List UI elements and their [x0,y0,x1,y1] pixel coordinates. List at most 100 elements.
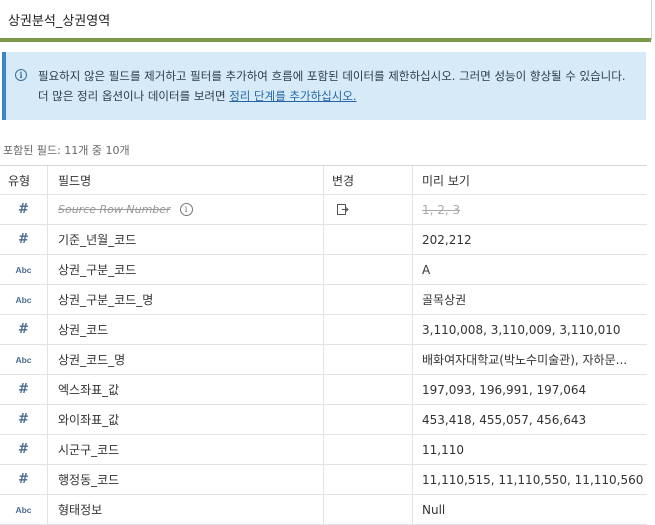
fields-table: 유형 필드명 변경 미리 보기 # Source Row Number i 1, 2,… [0,165,647,525]
info-banner: i 필요하지 않은 필드를 제거하고 필터를 추가하여 흐름에 포함된 데이터를… [2,52,646,120]
type-cell[interactable]: # [0,405,48,434]
type-cell[interactable]: # [0,465,48,494]
preview-cell: Null [413,495,647,524]
field-name-cell[interactable]: 기준_년월_코드 [48,225,324,254]
preview-cell: 11,110,515, 11,110,550, 11,110,560 [413,465,647,494]
change-cell [324,375,413,404]
string-icon: Abc [15,264,32,275]
preview-values: 1, 2, 3 [422,202,461,217]
field-name-cell[interactable]: 행정동_코드 [48,465,324,494]
field-name-cell[interactable]: 시군구_코드 [48,435,324,464]
preview-cell: 202,212 [413,225,647,254]
preview-values: 배화여자대학교(박노수미술관), 자하문... [422,353,628,367]
add-clean-step-link[interactable]: 정리 단계를 추가하십시오. [229,89,356,103]
change-cell [324,465,413,494]
preview-values: 202,212 [422,232,472,247]
number-icon: # [18,202,29,217]
column-header-type[interactable]: 유형 [0,166,48,194]
table-row[interactable]: # 행정동_코드 11,110,515, 11,110,550, 11,110,56… [0,465,647,495]
number-icon: # [18,442,29,457]
column-header-change[interactable]: 변경 [324,166,413,194]
preview-values: 453,418, 455,057, 456,643 [422,412,587,427]
type-cell[interactable]: Abc [0,495,48,524]
type-cell[interactable]: Abc [0,345,48,374]
preview-cell: 197,093, 196,991, 197,064 [413,375,647,404]
field-name-cell[interactable]: 상권_코드_명 [48,345,324,374]
preview-cell: 1, 2, 3 [413,195,647,224]
table-row[interactable]: Abc 형태정보 Null [0,495,647,525]
info-icon: i [15,69,27,81]
change-cell [324,435,413,464]
field-name: 상권_코드_명 [58,353,126,367]
table-row[interactable]: Abc 상권_코드_명 배화여자대학교(박노수미술관), 자하문... [0,345,647,375]
preview-values: 골목상권 [422,293,467,307]
field-name: Source Row Number [58,203,171,216]
table-row[interactable]: # 엑스좌표_값 197,093, 196,991, 197,064 [0,375,647,405]
type-cell[interactable]: Abc [0,255,48,284]
table-row[interactable]: # 기준_년월_코드 202,212 [0,225,647,255]
change-cell [324,195,413,224]
number-icon: # [18,232,29,247]
table-body: # Source Row Number i 1, 2, 3 # 기준_년월_코드 202,2… [0,195,647,525]
field-name: 기준_년월_코드 [58,233,137,247]
preview-values: Null [422,502,446,517]
change-cell [324,345,413,374]
step-header: 상권분석_상권영역 [0,0,652,40]
included-fields-count: 포함된 필드: 11개 중 10개 [3,144,130,157]
preview-cell: 배화여자대학교(박노수미술관), 자하문... [413,345,647,374]
table-row[interactable]: # 상권_코드 3,110,008, 3,110,009, 3,110,010 [0,315,647,345]
number-icon: # [18,472,29,487]
string-icon: Abc [15,504,32,515]
change-cell [324,405,413,434]
type-cell[interactable]: # [0,195,48,224]
table-row[interactable]: # Source Row Number i 1, 2, 3 [0,195,647,225]
string-icon: Abc [15,294,32,305]
field-name-cell[interactable]: 상권_구분_코드 [48,255,324,284]
preview-cell: 11,110 [413,435,647,464]
type-cell[interactable]: # [0,225,48,254]
number-icon: # [18,322,29,337]
column-header-field-name[interactable]: 필드명 [48,166,324,194]
table-row[interactable]: # 시군구_코드 11,110 [0,435,647,465]
field-name: 상권_코드 [58,323,109,337]
field-name-cell[interactable]: Source Row Number i [48,195,324,224]
info-icon[interactable]: i [179,203,193,216]
type-cell[interactable]: Abc [0,285,48,314]
field-name-cell[interactable]: 상권_코드 [48,315,324,344]
field-name: 상권_구분_코드 [58,263,137,277]
field-name-cell[interactable]: 엑스좌표_값 [48,375,324,404]
info-message: 필요하지 않은 필드를 제거하고 필터를 추가하여 흐름에 포함된 데이터를 제… [38,66,638,106]
field-removed-icon[interactable] [336,203,349,216]
preview-values: 11,110 [422,442,464,457]
type-cell[interactable]: # [0,315,48,344]
number-icon: # [18,382,29,397]
table-row[interactable]: Abc 상권_구분_코드_명 골목상권 [0,285,647,315]
change-cell [324,285,413,314]
preview-cell: 3,110,008, 3,110,009, 3,110,010 [413,315,647,344]
change-cell [324,255,413,284]
table-row[interactable]: Abc 상권_구분_코드 A [0,255,647,285]
number-icon: # [18,412,29,427]
change-cell [324,315,413,344]
field-name: 행정동_코드 [58,473,120,487]
preview-cell: 골목상권 [413,285,647,314]
preview-values: 197,093, 196,991, 197,064 [422,382,587,397]
field-name: 상권_구분_코드_명 [58,293,154,307]
type-cell[interactable]: # [0,375,48,404]
field-name-cell[interactable]: 와이좌표_값 [48,405,324,434]
table-header-row: 유형 필드명 변경 미리 보기 [0,166,647,195]
type-cell[interactable]: # [0,435,48,464]
field-name: 형태정보 [58,503,103,517]
table-row[interactable]: # 와이좌표_값 453,418, 455,057, 456,643 [0,405,647,435]
field-name-cell[interactable]: 형태정보 [48,495,324,524]
preview-values: A [422,262,431,277]
field-name-cell[interactable]: 상권_구분_코드_명 [48,285,324,314]
column-header-preview[interactable]: 미리 보기 [413,166,647,194]
step-title: 상권분석_상권영역 [8,14,111,29]
change-cell [324,225,413,254]
field-name: 엑스좌표_값 [58,383,120,397]
preview-values: 3,110,008, 3,110,009, 3,110,010 [422,322,621,337]
field-name: 와이좌표_값 [58,413,120,427]
field-name: 시군구_코드 [58,443,120,457]
change-cell [324,495,413,524]
